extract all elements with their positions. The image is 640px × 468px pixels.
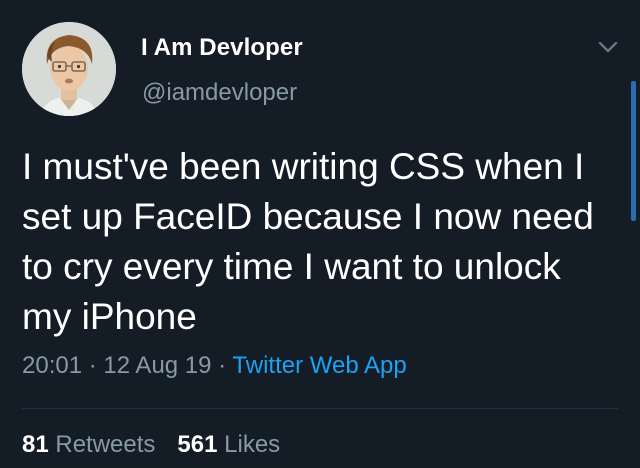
meta-separator: · <box>211 352 233 379</box>
tweet-text: I must've been writing CSS when I set up… <box>22 146 594 337</box>
tweet-stats: 81 Retweets 561 Likes <box>22 431 280 459</box>
handle[interactable]: @iamdevloper <box>142 79 297 107</box>
retweets-count: 81 <box>22 431 49 458</box>
avatar[interactable] <box>22 22 116 116</box>
likes-stat[interactable]: 561 Likes <box>177 431 280 458</box>
divider <box>22 408 618 409</box>
display-name[interactable]: I Am Devloper <box>141 34 303 62</box>
tweet-card: I Am Devloper @iamdevloper I must've bee… <box>0 0 640 468</box>
tweet-meta: 20:01 · 12 Aug 19 · Twitter Web App <box>22 352 407 380</box>
tweet-date[interactable]: 12 Aug 19 <box>103 352 211 379</box>
likes-count: 561 <box>177 431 218 458</box>
meta-separator: · <box>82 352 104 379</box>
tweet-source-link[interactable]: Twitter Web App <box>232 352 406 379</box>
tweet-time: 20:01 <box>22 352 83 379</box>
retweets-label: Retweets <box>55 431 156 458</box>
scrollbar[interactable] <box>631 81 636 221</box>
profile-avatar-icon <box>22 22 116 116</box>
chevron-down-icon[interactable] <box>596 38 620 56</box>
likes-label: Likes <box>224 431 281 458</box>
retweets-stat[interactable]: 81 Retweets <box>22 431 155 458</box>
